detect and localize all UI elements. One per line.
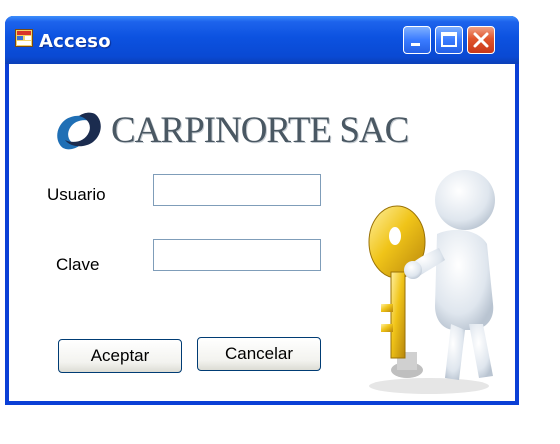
window-title: Acceso — [39, 31, 111, 52]
close-icon — [473, 32, 489, 48]
company-name: CARPINORTE SAC — [111, 110, 409, 151]
maximize-icon — [441, 32, 457, 47]
clave-input[interactable] — [153, 239, 321, 271]
form-client-area: CARPINORTE SAC Usuario Clave Aceptar Can… — [9, 64, 515, 401]
login-window: Acceso CARPINORTE SAC Usuario Clave Acep… — [5, 16, 519, 405]
close-button[interactable] — [467, 26, 495, 54]
app-window-icon — [15, 29, 33, 47]
usuario-input[interactable] — [153, 174, 321, 206]
minimize-icon — [411, 43, 420, 46]
accept-button[interactable]: Aceptar — [58, 339, 182, 373]
clave-label: Clave — [56, 255, 100, 274]
logo-mark-icon — [57, 112, 101, 150]
minimize-button[interactable] — [403, 26, 431, 54]
person-holding-key-illustration — [368, 170, 495, 394]
usuario-label: Usuario — [47, 185, 106, 204]
title-bar[interactable]: Acceso — [5, 16, 519, 64]
company-logo: CARPINORTE SAC — [51, 108, 409, 152]
cancel-button[interactable]: Cancelar — [197, 337, 321, 371]
maximize-button[interactable] — [435, 26, 463, 54]
